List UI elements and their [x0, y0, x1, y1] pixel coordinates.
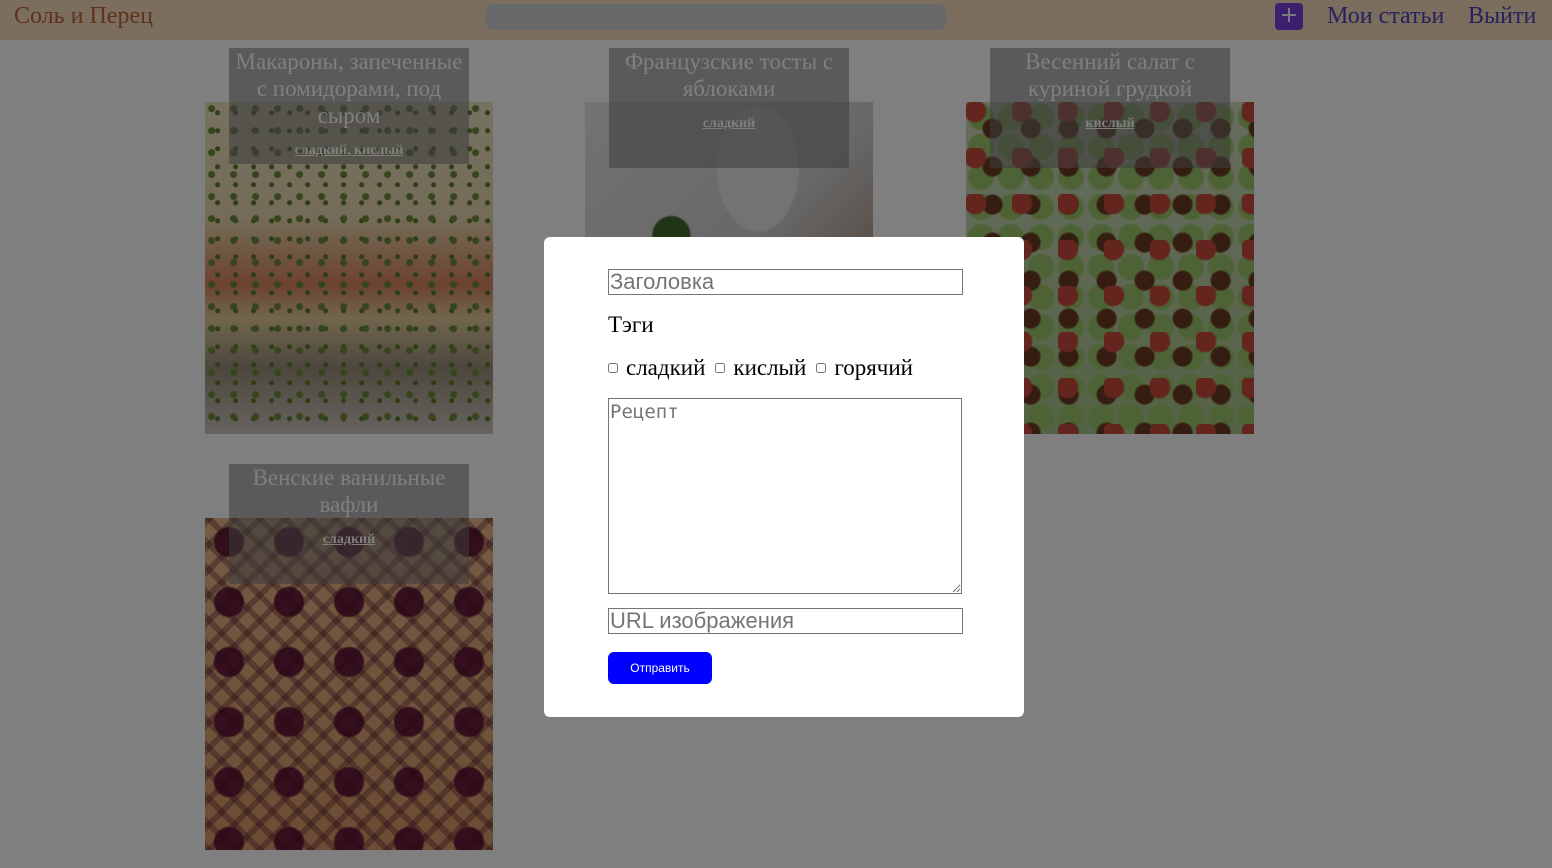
submit-button[interactable]: Отправить [608, 652, 712, 684]
tag-checkbox-sour[interactable] [715, 363, 726, 373]
tags-label: Тэги [608, 312, 654, 337]
image-url-input[interactable] [608, 608, 963, 634]
title-input[interactable] [608, 269, 963, 295]
recipe-textarea[interactable] [608, 398, 962, 594]
tag-checkbox-hot[interactable] [816, 363, 827, 373]
tag-option-label: сладкий [626, 355, 706, 380]
tag-checkbox-sweet[interactable] [608, 363, 618, 373]
tag-option[interactable]: кислый [715, 355, 806, 381]
tag-checkboxes: сладкий кислый горячий [608, 355, 923, 381]
tag-option-label: горячий [834, 355, 913, 380]
tag-option-label: кислый [733, 355, 807, 380]
tag-option[interactable]: горячий [816, 355, 913, 381]
new-article-modal: Тэги сладкий кислый горячий Отправить [544, 237, 1024, 717]
tag-option[interactable]: сладкий [608, 355, 705, 381]
